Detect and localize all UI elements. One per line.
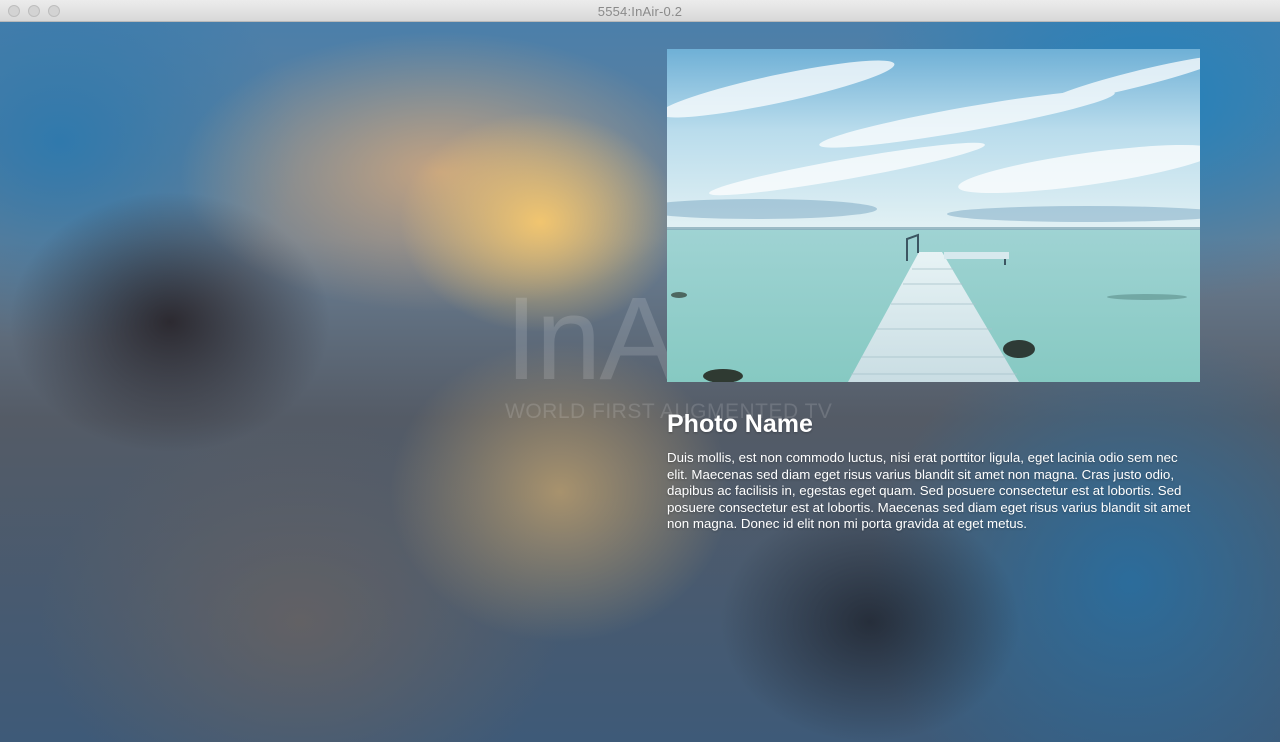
photo-description: Duis mollis, est non commodo luctus, nis…: [667, 450, 1191, 532]
title-bar: 5554:InAir-0.2: [0, 0, 1280, 22]
pier-photo-illustration: [667, 49, 1200, 382]
photo-image[interactable]: [667, 49, 1200, 382]
photo-title: Photo Name: [667, 410, 813, 438]
app-window: 5554:InAir-0.2 InAir WORLD FIRST AUGMENT…: [0, 0, 1280, 742]
window-title: 5554:InAir-0.2: [597, 4, 683, 19]
photo-details: Photo Name Duis mollis, est non commodo …: [667, 408, 1200, 533]
